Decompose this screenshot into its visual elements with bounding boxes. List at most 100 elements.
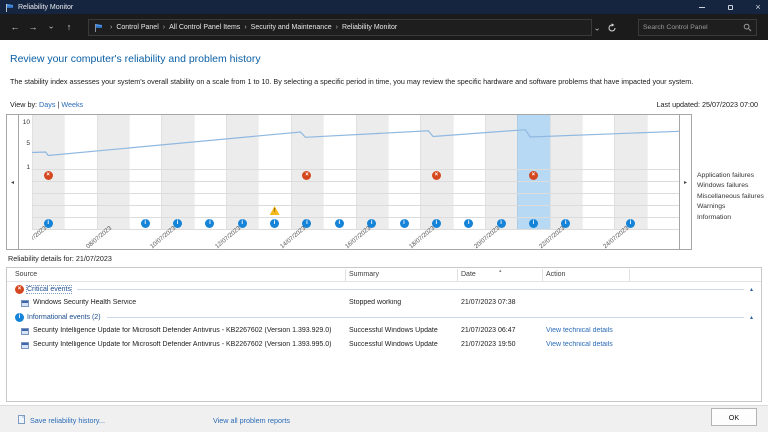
event-summary: Successful Windows Update [349,327,438,334]
column-header-source[interactable]: Source [15,271,37,278]
page-title: Review your computer's reliability and p… [10,53,261,65]
column-header-date[interactable]: Date [461,271,476,278]
ok-button[interactable]: OK [711,408,757,426]
event-group-row[interactable]: ×Critical events ▴ [7,282,761,296]
view-by-divider: | [57,100,59,109]
stability-chart: ◂ 1051 ××××!iiiiiiiiiiiiiiii06/07/202308… [6,114,692,250]
breadcrumb-item[interactable]: Security and Maintenance [251,24,332,31]
critical-event-icon[interactable]: × [44,171,53,180]
details-table: Source Summary Date Action ▴ ×Critical event… [6,267,762,402]
information-event-icon[interactable]: i [205,219,214,228]
view-days-link[interactable]: Days [39,100,55,109]
view-all-problem-reports-link[interactable]: View all problem reports [213,416,290,425]
page-description: The stability index assesses your system… [10,77,760,86]
y-axis-tick-label: 10 [23,119,30,126]
search-input[interactable] [639,24,743,31]
view-weeks-link[interactable]: Weeks [61,100,83,109]
details-label: Reliability details for: 21/07/2023 [8,254,112,263]
chart-row-legend: Application failuresWindows failuresMisc… [697,171,764,223]
column-separator [345,269,346,281]
refresh-button[interactable] [607,23,617,33]
chart-gridline [32,217,679,218]
breadcrumb-item[interactable]: All Control Panel Items [169,24,240,31]
column-header-action[interactable]: Action [546,271,565,278]
search-icon[interactable] [743,23,752,32]
chart-gridline [32,169,679,170]
chart-gridline [32,205,679,206]
event-date: 21/07/2023 19:50 [461,341,516,348]
event-summary: Successful Windows Update [349,341,438,348]
legend-row-label: Windows failures [697,181,764,191]
legend-row-label: Application failures [697,171,764,181]
event-source: Security Intelligence Update for Microso… [33,327,331,334]
critical-event-icon[interactable]: × [432,171,441,180]
minimize-button[interactable] [688,0,716,14]
chart-y-axis: 1051 [19,115,32,169]
group-leader-line [107,317,744,318]
save-history-icon [18,415,25,424]
warning-event-icon[interactable]: ! [270,206,280,215]
chart-scroll-left-button[interactable]: ◂ [7,115,19,249]
chart-plot-area: ××××!iiiiiiiiiiiiiiii06/07/202308/07/202… [32,115,679,249]
application-window-icon [21,300,29,307]
information-event-icon[interactable]: i [141,219,150,228]
information-event-icon[interactable]: i [270,219,279,228]
chart-gridline [32,193,679,194]
critical-group-icon: × [15,285,24,294]
breadcrumb-separator-icon: › [244,24,246,31]
view-technical-details-link[interactable]: View technical details [546,341,613,348]
event-source: Security Intelligence Update for Microso… [33,341,331,348]
search-box[interactable] [638,19,757,36]
info-group-icon: i [15,313,24,322]
recent-locations-button[interactable]: › [42,22,60,32]
breadcrumb[interactable]: › Control Panel › All Control Panel Items ›… [88,19,592,36]
event-source: Windows Security Health Service [33,299,136,306]
column-header-summary[interactable]: Summary [349,271,379,278]
event-row[interactable]: Security Intelligence Update for Microso… [7,338,761,352]
breadcrumb-item[interactable]: Reliability Monitor [342,24,397,31]
information-event-icon[interactable]: i [464,219,473,228]
information-event-icon[interactable]: i [335,219,344,228]
view-by-label: View by: [10,100,37,109]
collapse-group-icon[interactable]: ▴ [750,314,753,321]
window-title: Reliability Monitor [18,4,73,11]
close-button[interactable]: × [744,0,768,14]
legend-row-label: Information [697,213,764,223]
information-event-icon[interactable]: i [529,219,538,228]
group-leader-line [77,289,744,290]
legend-row-label: Miscellaneous failures [697,192,764,202]
critical-event-icon[interactable]: × [302,171,311,180]
save-reliability-history-link[interactable]: Save reliability history... [30,416,105,425]
details-table-header: SourceSummaryDateAction▴ [7,268,761,282]
breadcrumb-separator-icon: › [163,24,165,31]
information-event-icon[interactable]: i [400,219,409,228]
event-group-label: Critical events [27,286,71,293]
column-separator [542,269,543,281]
stability-index-line [32,115,679,169]
event-row[interactable]: Security Intelligence Update for Microso… [7,324,761,338]
chart-scroll-right-button[interactable]: ▸ [679,115,691,249]
column-separator [629,269,630,281]
application-window-icon [21,328,29,335]
critical-event-icon[interactable]: × [529,171,538,180]
event-group-label: Informational events (2) [27,314,101,321]
collapse-group-icon[interactable]: ▴ [750,286,753,293]
view-technical-details-link[interactable]: View technical details [546,327,613,334]
event-row[interactable]: Windows Security Health ServiceStopped w… [7,296,761,310]
restore-button[interactable] [716,0,744,14]
event-date: 21/07/2023 06:47 [461,327,516,334]
forward-button[interactable]: → [24,22,42,32]
y-axis-tick-label: 1 [26,164,30,171]
title-bar: Reliability Monitor × [0,0,768,14]
navigation-bar: ← → › ↑ › Control Panel › All Control Pane… [0,14,768,40]
legend-row-label: Warnings [697,202,764,212]
event-date: 21/07/2023 07:38 [461,299,516,306]
address-dropdown-button[interactable]: › [596,19,599,37]
breadcrumb-separator-icon: › [336,24,338,31]
breadcrumb-item[interactable]: Control Panel [116,24,158,31]
address-flag-icon [94,23,103,32]
chart-gridline [32,229,679,230]
event-group-row[interactable]: iInformational events (2) ▴ [7,310,761,324]
back-button[interactable]: ← [6,22,24,32]
up-button[interactable]: ↑ [60,22,78,32]
